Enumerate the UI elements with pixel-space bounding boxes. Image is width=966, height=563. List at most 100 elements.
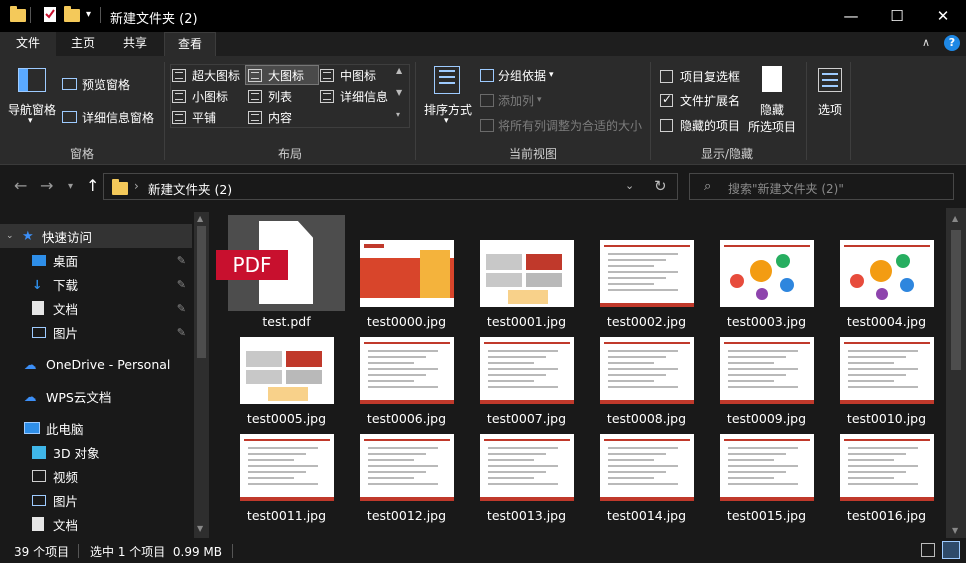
file-item[interactable]: test0016.jpg bbox=[828, 409, 945, 523]
sidebar-item-label: 视频 bbox=[53, 469, 79, 485]
hide-selected-button[interactable]: 隐藏 所选项目 bbox=[746, 64, 802, 136]
tab-share[interactable]: 共享 bbox=[110, 32, 160, 56]
sidebar-item-pc-documents[interactable]: 文档 bbox=[0, 512, 192, 536]
layout-list[interactable]: 列表 bbox=[248, 86, 292, 106]
file-item[interactable]: test0000.jpg bbox=[348, 215, 465, 329]
file-item[interactable]: test0009.jpg bbox=[708, 312, 825, 426]
gallery-more-icon[interactable]: ▾ bbox=[396, 110, 400, 119]
file-item[interactable]: test0004.jpg bbox=[828, 215, 945, 329]
close-button[interactable]: ✕ bbox=[920, 0, 966, 32]
pictures-icon bbox=[32, 494, 46, 506]
file-item[interactable]: test0006.jpg bbox=[348, 312, 465, 426]
file-item[interactable]: test0010.jpg bbox=[828, 312, 945, 426]
sidebar-item-this-pc[interactable]: 此电脑 bbox=[0, 416, 192, 440]
item-checkboxes-checkbox[interactable] bbox=[660, 69, 673, 83]
details-view-icon[interactable] bbox=[921, 543, 935, 557]
layout-medium-icons[interactable]: 中图标 bbox=[320, 65, 376, 85]
details-pane-button[interactable]: 详细信息窗格 bbox=[62, 107, 154, 127]
layout-extra-large-icons[interactable]: 超大图标 bbox=[172, 65, 240, 85]
layout-tiles[interactable]: 平铺 bbox=[172, 107, 216, 127]
hidden-items-checkbox[interactable] bbox=[660, 118, 673, 132]
file-item[interactable]: test0007.jpg bbox=[468, 312, 585, 426]
sidebar-item-pictures[interactable]: 图片 ✎ bbox=[0, 320, 192, 344]
sidebar-item-3d-objects[interactable]: 3D 对象 bbox=[0, 440, 192, 464]
sidebar-item-documents[interactable]: 文档 ✎ bbox=[0, 296, 192, 320]
details-pane-icon bbox=[62, 111, 77, 123]
large-icons-view-icon[interactable] bbox=[942, 541, 960, 559]
tab-home[interactable]: 主页 bbox=[58, 32, 108, 56]
sort-by-button[interactable]: 排序方式 ▾ bbox=[420, 64, 476, 126]
sidebar-item-videos[interactable]: 视频 bbox=[0, 464, 192, 488]
sidebar-item-pc-pictures[interactable]: 图片 bbox=[0, 488, 192, 512]
properties-icon[interactable] bbox=[42, 6, 58, 22]
customize-qat-icon[interactable]: ▾ bbox=[86, 9, 91, 20]
add-columns-button[interactable]: 添加列 ▾ bbox=[480, 90, 542, 110]
layout-small-icons[interactable]: 小图标 bbox=[172, 86, 228, 106]
image-thumbnail bbox=[240, 337, 334, 404]
divider bbox=[415, 62, 416, 160]
divider bbox=[806, 62, 807, 160]
back-button[interactable]: ← bbox=[14, 176, 27, 195]
sidebar-scrollbar[interactable]: ▲ ▼ bbox=[194, 212, 209, 538]
scroll-down-icon[interactable]: ▼ bbox=[197, 524, 203, 533]
file-item[interactable]: test0013.jpg bbox=[468, 409, 585, 523]
gallery-down-icon[interactable]: ▼ bbox=[396, 88, 402, 97]
minimize-button[interactable]: — bbox=[828, 0, 874, 32]
sidebar-item-desktop[interactable]: 桌面 ✎ bbox=[0, 248, 192, 272]
chevron-right-icon: › bbox=[134, 179, 139, 193]
refresh-icon[interactable]: ↻ bbox=[654, 177, 667, 195]
sidebar-item-wps[interactable]: ☁ WPS云文档 bbox=[0, 384, 192, 408]
file-item[interactable]: test0012.jpg bbox=[348, 409, 465, 523]
address-field[interactable]: › 新建文件夹 (2) ⌄ ↻ bbox=[103, 173, 678, 200]
file-item[interactable]: test0001.jpg bbox=[468, 215, 585, 329]
sidebar-item-quick-access[interactable]: ⌄ ★ 快速访问 bbox=[0, 224, 192, 248]
recent-locations-icon[interactable]: ▾ bbox=[68, 181, 73, 192]
file-item[interactable]: test0011.jpg bbox=[228, 409, 345, 523]
tab-view[interactable]: 查看 bbox=[164, 32, 217, 56]
layout-details[interactable]: 详细信息 bbox=[320, 86, 388, 106]
file-item[interactable]: test0003.jpg bbox=[708, 215, 825, 329]
hidden-items-toggle[interactable]: 隐藏的项目 bbox=[660, 116, 740, 134]
collapse-ribbon-icon[interactable]: ∧ bbox=[922, 36, 930, 49]
search-field[interactable]: ⌕ 搜索"新建文件夹 (2)" bbox=[689, 173, 954, 200]
scroll-up-icon[interactable]: ▲ bbox=[952, 214, 958, 223]
file-extensions-checkbox[interactable] bbox=[660, 92, 673, 107]
file-item[interactable]: PDF test.pdf bbox=[216, 215, 345, 329]
address-path[interactable]: 新建文件夹 (2) bbox=[148, 179, 232, 198]
tab-file[interactable]: 文件 bbox=[0, 32, 56, 56]
layout-content[interactable]: 内容 bbox=[248, 107, 292, 127]
file-name: test0016.jpg bbox=[846, 508, 927, 523]
file-item[interactable]: test0015.jpg bbox=[708, 409, 825, 523]
file-item[interactable]: test0005.jpg bbox=[228, 312, 345, 426]
up-button[interactable]: ↑ bbox=[86, 176, 99, 195]
content-scrollbar[interactable]: ▲ ▼ bbox=[946, 208, 966, 538]
search-icon: ⌕ bbox=[704, 179, 712, 194]
new-folder-icon[interactable] bbox=[64, 6, 80, 22]
group-by-button[interactable]: 分组依据 ▾ bbox=[480, 65, 554, 85]
sidebar-scroll-thumb[interactable] bbox=[197, 226, 206, 358]
options-button[interactable]: 选项 bbox=[812, 64, 848, 124]
scroll-down-icon[interactable]: ▼ bbox=[952, 526, 958, 535]
content-scroll-thumb[interactable] bbox=[951, 230, 961, 370]
sidebar-item-label: OneDrive - Personal bbox=[46, 356, 171, 372]
small-icons-icon bbox=[172, 89, 186, 103]
nav-pane-button[interactable]: 导航窗格 ▾ bbox=[6, 64, 58, 126]
chevron-down-icon[interactable]: ⌄ bbox=[6, 231, 22, 241]
layout-large-icons[interactable]: 大图标 bbox=[245, 65, 319, 85]
file-name: test0014.jpg bbox=[606, 508, 687, 523]
file-item[interactable]: test0014.jpg bbox=[588, 409, 705, 523]
scroll-up-icon[interactable]: ▲ bbox=[197, 214, 203, 223]
file-item[interactable]: test0002.jpg bbox=[588, 215, 705, 329]
gallery-up-icon[interactable]: ▲ bbox=[396, 66, 402, 75]
item-checkboxes-toggle[interactable]: 项目复选框 bbox=[660, 67, 740, 85]
preview-pane-button[interactable]: 预览窗格 bbox=[62, 74, 130, 94]
sidebar-item-downloads[interactable]: ↓ 下载 ✎ bbox=[0, 272, 192, 296]
fit-columns-button[interactable]: 将所有列调整为合适的大小 bbox=[480, 115, 642, 135]
maximize-button[interactable]: ☐ bbox=[874, 0, 920, 32]
file-item[interactable]: test0008.jpg bbox=[588, 312, 705, 426]
sidebar-item-onedrive[interactable]: ☁ OneDrive - Personal bbox=[0, 352, 192, 376]
file-extensions-toggle[interactable]: 文件扩展名 bbox=[660, 91, 740, 109]
chevron-down-icon[interactable]: ⌄ bbox=[625, 179, 634, 192]
help-icon[interactable]: ? bbox=[944, 35, 960, 51]
forward-button[interactable]: → bbox=[40, 176, 53, 195]
